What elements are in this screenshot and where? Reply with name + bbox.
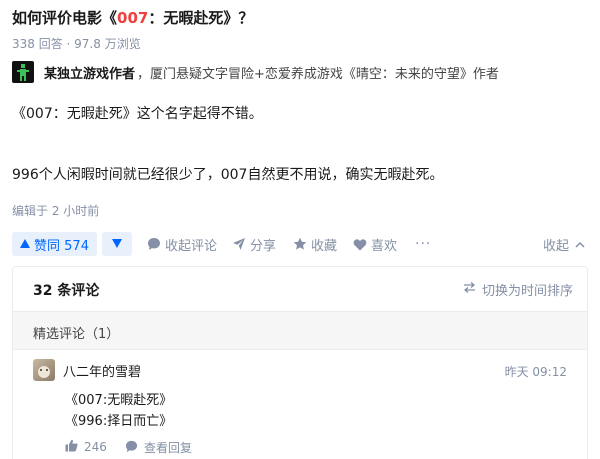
title-suffix: ：无暇赴死》？	[148, 9, 254, 27]
vote-down-button[interactable]	[102, 232, 132, 256]
send-icon	[232, 237, 246, 251]
sort-toggle-button[interactable]: 切换为时间排序	[463, 280, 573, 299]
comments-header: 32 条评论 切换为时间排序	[13, 267, 587, 312]
star-icon	[293, 237, 307, 251]
vote-up-button[interactable]: 赞同 574	[12, 232, 97, 256]
more-button[interactable]: ···	[415, 232, 431, 256]
triangle-down-icon	[112, 238, 122, 251]
answer-paragraph-1: 《007：无暇赴死》这个名字起得不错。	[12, 106, 263, 122]
comments-panel: 32 条评论 切换为时间排序 精选评论（1） 八二年的雪碧 昨天 09:12 《…	[12, 266, 588, 459]
author-avatar[interactable]	[12, 61, 34, 83]
comment-avatar[interactable]	[33, 359, 55, 381]
triangle-up-icon	[20, 237, 31, 252]
comment-like-button[interactable]: 246	[65, 439, 107, 455]
collapse-button[interactable]: 收起	[543, 232, 585, 256]
vote-up-label: 赞同 574	[34, 238, 89, 254]
like-button[interactable]: 喜欢	[353, 232, 397, 256]
comment-line-2: 《996:择日而亡》	[65, 414, 173, 429]
share-button[interactable]: 分享	[232, 232, 276, 256]
comment-username[interactable]: 八二年的雪碧	[63, 361, 141, 380]
like-label: 喜欢	[371, 238, 398, 254]
heart-icon	[353, 238, 367, 251]
collapse-comments-label: 收起评论	[165, 238, 218, 254]
title-highlight: 007	[117, 9, 149, 27]
collapse-comments-button[interactable]: 收起评论	[147, 232, 217, 256]
question-title[interactable]: 如何评价电影《007：无暇赴死》？	[12, 7, 253, 28]
comment-like-count: 246	[84, 440, 107, 454]
comment-user[interactable]: 八二年的雪碧	[33, 359, 141, 381]
comment-line-1: 《007:无暇赴死》	[65, 393, 173, 408]
author-bio: ，厦门悬疑文字冒险+恋爱养成游戏《晴空：未来的守望》作者	[137, 66, 499, 82]
share-label: 分享	[250, 238, 277, 254]
featured-comments-label: 精选评论（1）	[33, 327, 120, 342]
favorite-label: 收藏	[311, 238, 338, 254]
comment-icon	[125, 440, 138, 456]
switch-icon	[463, 282, 476, 297]
edited-time[interactable]: 编辑于 2 小时前	[12, 202, 99, 219]
author-name[interactable]: 某独立游戏作者	[44, 63, 135, 82]
comment-time: 昨天 09:12	[504, 365, 567, 379]
thumbs-up-icon	[65, 439, 78, 455]
featured-comments-bar: 精选评论（1）	[13, 312, 587, 350]
comment-icon	[147, 237, 161, 251]
view-replies-label: 查看回复	[144, 441, 193, 455]
favorite-button[interactable]: 收藏	[293, 232, 337, 256]
chevron-up-icon	[575, 237, 585, 252]
sort-toggle-label: 切换为时间排序	[481, 284, 573, 299]
answer-author: 某独立游戏作者 ，厦门悬疑文字冒险+恋爱养成游戏《晴空：未来的守望》作者	[12, 61, 499, 83]
question-meta: 338 回答 · 97.8 万浏览	[12, 37, 141, 51]
title-prefix: 如何评价电影《	[12, 9, 118, 27]
comments-count: 32 条评论	[33, 283, 100, 299]
collapse-label: 收起	[543, 238, 570, 254]
answer-paragraph-2: 996个人闲暇时间就已经很少了，007自然更不用说，确实无暇赴死。	[12, 167, 444, 183]
view-replies-button[interactable]: 查看回复	[125, 439, 192, 456]
